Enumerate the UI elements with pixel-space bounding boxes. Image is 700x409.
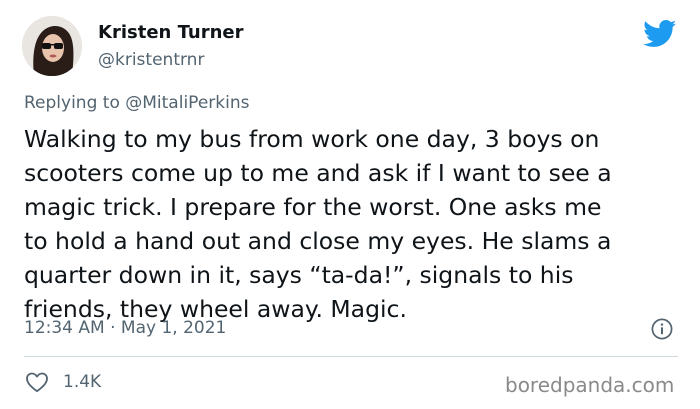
avatar[interactable] bbox=[22, 16, 82, 76]
divider bbox=[24, 356, 678, 357]
tweet-text-line: to hold a hand out and close my eyes. He… bbox=[24, 227, 612, 255]
author-name[interactable]: Kristen Turner bbox=[98, 22, 244, 43]
twitter-bird-icon[interactable] bbox=[643, 20, 677, 48]
info-icon[interactable] bbox=[651, 318, 673, 340]
tweet-card: Kristen Turner @kristentrnr Replying to … bbox=[0, 0, 700, 409]
tweet-text: Walking to my bus from work one day, 3 b… bbox=[24, 122, 684, 326]
tweet-text-line: Walking to my bus from work one day, 3 b… bbox=[24, 125, 600, 153]
replying-to-label: Replying to bbox=[24, 93, 120, 113]
tweet-text-line: quarter down in it, says “ta-da!”, signa… bbox=[24, 261, 574, 289]
tweet-text-line: magic trick. I prepare for the worst. On… bbox=[24, 193, 602, 221]
replying-to: Replying to @MitaliPerkins bbox=[24, 93, 249, 113]
author-handle[interactable]: @kristentrnr bbox=[98, 50, 204, 70]
avatar-image bbox=[22, 16, 82, 76]
watermark: boredpanda.com bbox=[505, 373, 675, 397]
tweet-timestamp[interactable]: 12:34 AM · May 1, 2021 bbox=[24, 318, 226, 338]
like-button[interactable]: 1.4K bbox=[25, 370, 101, 394]
heart-icon[interactable] bbox=[25, 371, 49, 393]
tweet-text-line: scooters come up to me and ask if I want… bbox=[24, 159, 612, 187]
like-count: 1.4K bbox=[63, 372, 102, 392]
reply-mention-link[interactable]: @MitaliPerkins bbox=[125, 93, 249, 113]
